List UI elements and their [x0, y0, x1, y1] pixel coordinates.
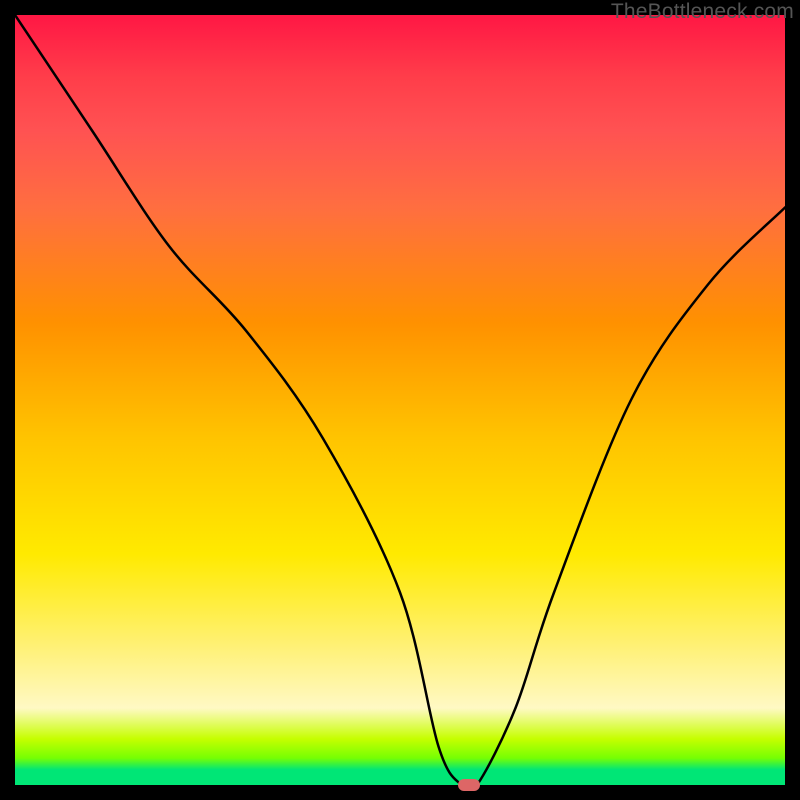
bottleneck-curve-path	[15, 15, 785, 785]
watermark-text: TheBottleneck.com	[611, 0, 794, 24]
optimal-point-marker	[458, 779, 480, 791]
curve-svg	[15, 15, 785, 785]
plot-area	[15, 15, 785, 785]
bottleneck-chart: TheBottleneck.com	[0, 0, 800, 800]
